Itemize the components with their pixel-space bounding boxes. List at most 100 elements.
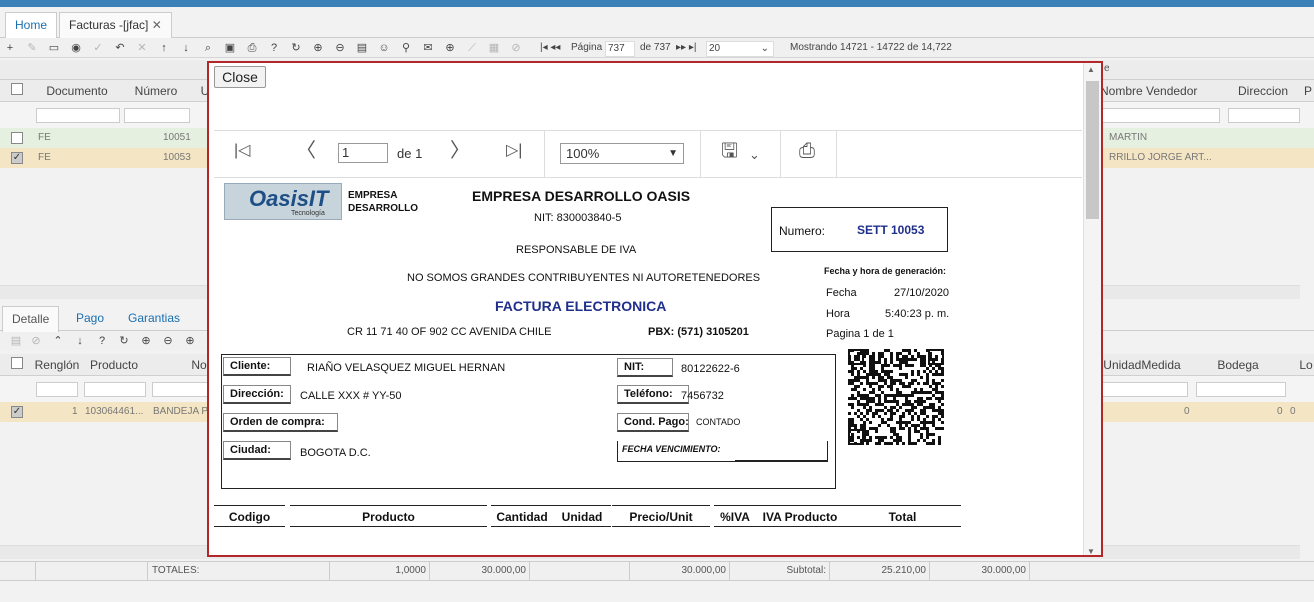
company-logo: OasisIT Tecnología <box>224 183 342 220</box>
image-icon[interactable]: ▣ <box>222 40 238 56</box>
arrow-up-icon[interactable]: ↑ <box>156 40 172 56</box>
check-icon[interactable]: ✓ <box>90 40 106 56</box>
fecha-title: Fecha y hora de generación: <box>824 266 947 276</box>
block-icon[interactable]: ⊘ <box>28 333 44 349</box>
select-all-checkbox[interactable] <box>11 83 23 95</box>
next-page-icon[interactable]: ▸▸ ▸| <box>676 41 696 55</box>
close-tab-icon[interactable]: ✕ <box>152 18 162 32</box>
save-icon[interactable]: ▤ <box>8 333 24 349</box>
filter-unidad[interactable] <box>1102 382 1188 397</box>
zoom-value: 100% <box>566 146 600 161</box>
refresh-icon[interactable]: ↻ <box>288 40 304 56</box>
detail-row-checkbox[interactable]: ✓ <box>11 406 23 418</box>
cond-label: Cond. Pago: <box>617 413 689 432</box>
scrollbar-thumb[interactable] <box>1086 81 1099 219</box>
filter-numero[interactable] <box>124 108 190 123</box>
delete-icon[interactable]: ✕ <box>134 40 150 56</box>
mail-icon[interactable]: ✉ <box>420 40 436 56</box>
col-numero[interactable]: Número <box>126 84 186 98</box>
plus-circle-icon[interactable]: ⊕ <box>442 40 458 56</box>
pin-icon[interactable]: ⚲ <box>398 40 414 56</box>
col-precio: Precio/Unit <box>612 505 710 527</box>
page-label: Página <box>571 42 603 53</box>
edit-icon[interactable]: ✎ <box>24 40 40 56</box>
zoom-out-icon[interactable]: ⊖ <box>332 40 348 56</box>
subtab-garantias[interactable]: Garantias <box>119 306 189 332</box>
col-iva-producto: IVA Producto <box>756 505 844 527</box>
last-page-icon[interactable]: ▷| <box>506 141 522 161</box>
page-input[interactable]: 737 <box>605 41 635 57</box>
totals-footer: TOTALES: 1,0000 30.000,00 30.000,00 Subt… <box>0 561 1314 581</box>
zoom-in-icon[interactable]: ⊕ <box>310 40 326 56</box>
undo-icon[interactable]: ↶ <box>112 40 128 56</box>
col-lote[interactable]: Lo <box>1298 358 1314 372</box>
separator <box>836 131 837 177</box>
filter-renglon[interactable] <box>36 382 78 397</box>
col-p[interactable]: P <box>1303 84 1313 98</box>
row-checkbox[interactable]: ✓ <box>11 152 23 164</box>
filter-producto[interactable] <box>84 382 146 397</box>
print-icon[interactable]: ⎙ <box>799 141 815 161</box>
zoom-in-icon[interactable]: ⊕ <box>138 333 154 349</box>
col-bodega[interactable]: Bodega <box>1196 358 1280 372</box>
row-checkbox[interactable] <box>11 132 23 144</box>
user-icon[interactable]: ☺ <box>376 40 392 56</box>
zoom-out-icon[interactable]: ⊖ <box>160 333 176 349</box>
find-icon[interactable]: ⌕ <box>200 40 216 56</box>
refresh-icon[interactable]: ↻ <box>116 333 132 349</box>
next-page-icon[interactable]: 〉 <box>450 141 470 161</box>
col-renglon[interactable]: Renglón <box>34 358 80 372</box>
chevron-down-icon[interactable]: ⌄ <box>749 145 760 165</box>
filter-direccion[interactable] <box>1228 108 1300 123</box>
col-unidad-medida[interactable]: UnidadMedida <box>1102 358 1182 372</box>
col-nombre[interactable]: No <box>190 358 208 372</box>
cell-vendedor: RRILLO JORGE ART... <box>1109 152 1212 163</box>
col-vendedor[interactable]: Nombre Vendedor <box>1100 84 1220 98</box>
first-page-icon[interactable]: |◂ ◂◂ <box>540 41 560 55</box>
view-icon[interactable]: ▭ <box>46 40 62 56</box>
save-icon[interactable]: 🖫 <box>721 141 738 161</box>
viewer-page-input[interactable]: 1 <box>338 143 388 163</box>
page-size-select[interactable]: 20 ⌄ <box>706 41 774 57</box>
arrow-up-icon[interactable]: ⌃ <box>50 333 66 349</box>
col-cantidad: Cantidad <box>491 505 553 527</box>
tab-facturas[interactable]: Facturas -[jfac] ✕ <box>59 12 172 38</box>
filter-nombre[interactable] <box>152 382 208 397</box>
detail-select-all[interactable] <box>11 357 23 369</box>
block-icon[interactable]: ⊘ <box>508 40 524 56</box>
total-value-2: 30.000,00 <box>630 562 730 580</box>
search-icon[interactable]: ◉ <box>68 40 84 56</box>
scroll-up-icon[interactable]: ▲ <box>1087 65 1095 74</box>
footer-cell <box>36 562 148 580</box>
close-button[interactable]: Close <box>214 66 266 88</box>
copy-icon[interactable]: ▦ <box>486 40 502 56</box>
subtab-pago[interactable]: Pago <box>67 306 113 332</box>
filter-vendedor[interactable] <box>1100 108 1220 123</box>
subtab-detalle[interactable]: Detalle <box>2 306 60 332</box>
filter-bodega[interactable] <box>1196 382 1286 397</box>
arrow-down-icon[interactable]: ↓ <box>72 333 88 349</box>
first-page-icon[interactable]: |◁ <box>234 141 250 161</box>
scroll-down-icon[interactable]: ▼ <box>1087 547 1095 555</box>
modal-v-scrollbar[interactable]: ▲ ▼ <box>1083 63 1101 555</box>
col-producto[interactable]: Producto <box>84 358 144 372</box>
company-short: EMPRESA DESARROLLO <box>348 190 418 214</box>
company-name: EMPRESA DESARROLLO OASIS <box>472 188 691 204</box>
chat-icon[interactable]: ▤ <box>354 40 370 56</box>
zoom-select[interactable]: 100% ▼ <box>560 143 684 164</box>
filter-documento[interactable] <box>36 108 120 123</box>
invoice-title: FACTURA ELECTRONICA <box>495 298 667 314</box>
print-icon[interactable]: ⎙ <box>244 40 260 56</box>
add-icon[interactable]: + <box>2 40 18 56</box>
help-icon[interactable]: ? <box>94 333 110 349</box>
vencimiento-label: FECHA VENCIMIENTO: <box>622 444 721 454</box>
resize-icon[interactable]: ⟋ <box>464 40 480 56</box>
col-documento[interactable]: Documento <box>36 84 118 98</box>
plus-circle-icon[interactable]: ⊕ <box>182 333 198 349</box>
tab-home[interactable]: Home <box>5 12 58 38</box>
cell-bodega: 0 <box>1277 406 1283 417</box>
help-icon[interactable]: ? <box>266 40 282 56</box>
prev-page-icon[interactable]: 〈 <box>296 141 316 161</box>
arrow-down-icon[interactable]: ↓ <box>178 40 194 56</box>
col-direccion[interactable]: Direccion <box>1228 84 1298 98</box>
